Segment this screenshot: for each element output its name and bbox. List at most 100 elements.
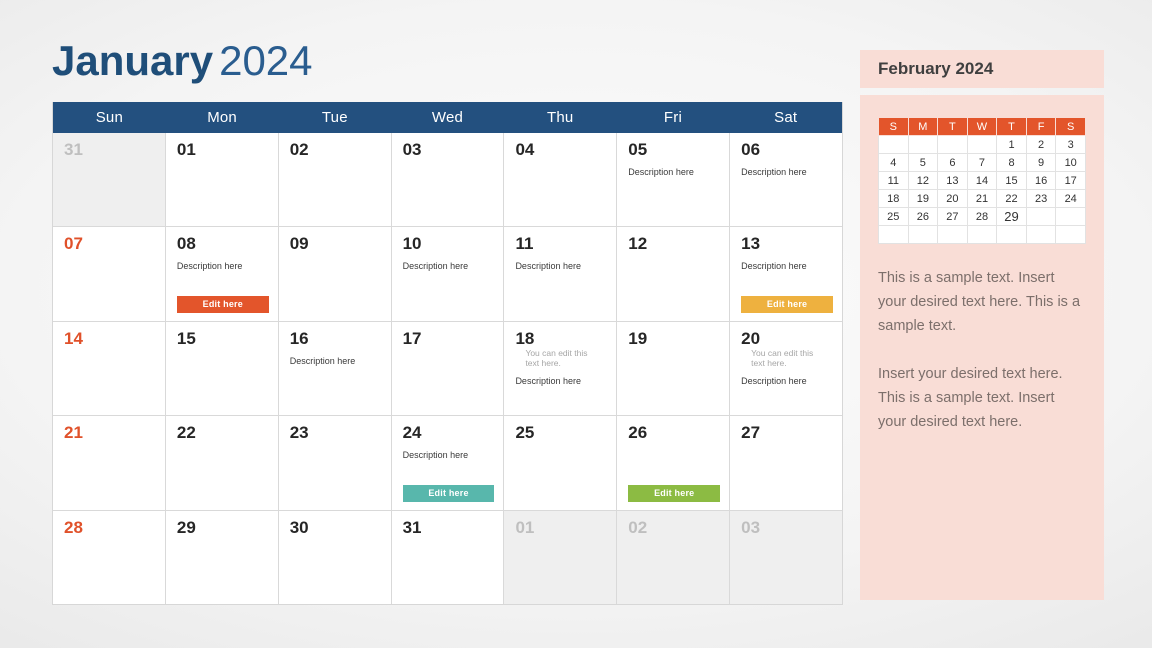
mini-calendar-day[interactable] — [907, 225, 939, 244]
calendar-day-cell[interactable]: 08 Description here Edit here — [164, 227, 278, 321]
edit-here-button[interactable]: Edit here — [402, 484, 495, 502]
calendar-day-cell[interactable]: 09 — [277, 227, 391, 321]
calendar-day-cell[interactable]: 13 Description here Edit here — [729, 227, 843, 321]
calendar-day-cell[interactable]: 12 — [616, 227, 730, 321]
mini-calendar-day[interactable]: 7 — [966, 153, 998, 172]
mini-calendar-day[interactable]: 23 — [1025, 189, 1057, 208]
calendar-day-cell[interactable]: 23 — [277, 416, 391, 510]
calendar-day-cell[interactable]: 03 — [729, 510, 843, 605]
mini-calendar-day[interactable]: 28 — [966, 207, 998, 226]
mini-calendar-day[interactable]: 16 — [1025, 171, 1057, 190]
calendar-day-cell[interactable]: 26 Edit here — [616, 416, 730, 510]
calendar-day-cell[interactable]: 22 — [164, 416, 278, 510]
calendar-day-cell[interactable]: 03 — [390, 133, 504, 227]
mini-calendar-day-header: T — [937, 117, 968, 136]
edit-here-button[interactable]: Edit here — [176, 295, 269, 313]
calendar-day-cell[interactable]: 02 — [277, 133, 391, 227]
calendar-day-cell[interactable]: 30 — [277, 510, 391, 605]
day-number: 03 — [402, 140, 422, 159]
calendar-day-cell[interactable]: 27 — [729, 416, 843, 510]
mini-calendar-day[interactable] — [1025, 207, 1057, 226]
mini-calendar-day[interactable] — [1055, 225, 1086, 244]
mini-calendar-day[interactable] — [996, 225, 1027, 244]
calendar-day-cell[interactable]: 15 — [164, 321, 278, 416]
calendar-day-cell[interactable]: 01 — [503, 510, 617, 605]
mini-calendar-day[interactable] — [966, 225, 998, 244]
mini-calendar-day[interactable] — [937, 135, 968, 154]
mini-calendar-day[interactable]: 25 — [878, 207, 909, 226]
mini-calendar-day[interactable]: 17 — [1055, 171, 1086, 190]
mini-calendar-day[interactable]: 10 — [1055, 153, 1086, 172]
calendar-day-cell[interactable]: 11 Description here — [503, 227, 617, 321]
mini-calendar-day[interactable] — [1055, 207, 1086, 226]
mini-calendar-day[interactable]: 27 — [937, 207, 968, 226]
calendar-day-cell[interactable]: 20You can edit this text here. Descriptio… — [729, 321, 843, 416]
mini-calendar-day[interactable]: 3 — [1055, 135, 1086, 154]
day-number: 17 — [402, 328, 422, 348]
calendar-day-cell[interactable]: 01 — [164, 133, 278, 227]
mini-calendar-day[interactable]: 29 — [996, 207, 1027, 226]
calendar-day-cell[interactable]: 29 — [164, 510, 278, 605]
day-description: Description here — [515, 261, 581, 272]
mini-calendar-day[interactable]: 9 — [1025, 153, 1057, 172]
day-number: 04 — [515, 140, 535, 159]
calendar-day-cell[interactable]: 31 — [53, 133, 165, 227]
day-number: 05 — [628, 140, 648, 159]
calendar-day-cell[interactable]: 21 — [53, 416, 165, 510]
day-number: 16 — [289, 328, 309, 348]
calendar-day-cell[interactable]: 06 Description here — [729, 133, 843, 227]
mini-calendar-day[interactable]: 21 — [966, 189, 998, 208]
mini-calendar-day[interactable]: 1 — [996, 135, 1027, 154]
mini-calendar-day[interactable] — [1025, 225, 1057, 244]
calendar-day-cell[interactable]: 10 Description here — [390, 227, 504, 321]
calendar-day-cell[interactable]: 25 — [503, 416, 617, 510]
day-number: 01 — [515, 517, 535, 537]
mini-calendar-day[interactable]: 6 — [937, 153, 968, 172]
calendar-day-header: Thu — [547, 109, 574, 126]
calendar-day-cell[interactable]: 17 — [390, 321, 504, 416]
calendar-day-cell[interactable]: 19 — [616, 321, 730, 416]
mini-calendar-day[interactable]: 2 — [1025, 135, 1057, 154]
mini-calendar-day[interactable] — [878, 135, 909, 154]
calendar-day-cell[interactable]: 02 — [616, 510, 730, 605]
mini-calendar-day[interactable]: 11 — [878, 171, 909, 190]
calendar-day-header: Mon — [207, 109, 237, 126]
mini-calendar-day[interactable] — [878, 225, 909, 244]
day-note: You can edit this text here. — [525, 347, 588, 368]
day-number: 10 — [402, 234, 422, 254]
mini-calendar-day[interactable]: 5 — [907, 153, 939, 172]
day-description: Description here — [741, 167, 807, 177]
mini-calendar-day[interactable]: 20 — [937, 189, 968, 208]
mini-calendar-day[interactable] — [907, 135, 939, 154]
calendar-day-cell[interactable]: 05 Description here — [616, 133, 730, 227]
day-note: You can edit this text here. — [751, 347, 814, 368]
calendar-day-cell[interactable]: 14 — [53, 321, 165, 416]
mini-calendar-day[interactable] — [966, 135, 998, 154]
mini-calendar-day[interactable]: 4 — [878, 153, 909, 172]
calendar-week-row: 31 01 02 03 04 05 Description here 06 Descriptio… — [53, 133, 843, 227]
mini-calendar-day-header: S — [878, 117, 909, 136]
mini-calendar-day[interactable]: 15 — [996, 171, 1027, 190]
calendar-day-cell[interactable]: 04 — [503, 133, 617, 227]
mini-calendar-day[interactable]: 8 — [996, 153, 1027, 172]
mini-calendar-day[interactable] — [937, 225, 968, 244]
calendar-day-cell[interactable]: 28 — [53, 510, 165, 605]
calendar-day-cell[interactable]: 16 Description here — [277, 321, 391, 416]
mini-calendar-day[interactable]: 22 — [996, 189, 1027, 208]
mini-calendar-day[interactable]: 14 — [966, 171, 998, 190]
mini-calendar-day[interactable]: 19 — [907, 189, 939, 208]
mini-calendar-day[interactable]: 12 — [907, 171, 939, 190]
mini-calendar-day[interactable]: 18 — [878, 189, 909, 208]
day-number: 30 — [289, 517, 309, 537]
side-text-block: This is a sample text. Insert your desir… — [878, 266, 1084, 434]
mini-calendar-day[interactable]: 24 — [1055, 189, 1086, 208]
mini-calendar-day[interactable]: 13 — [937, 171, 968, 190]
calendar-day-cell[interactable]: 07 — [53, 227, 165, 321]
mini-calendar-day[interactable]: 26 — [907, 207, 939, 226]
calendar-day-cell[interactable]: 31 — [390, 510, 504, 605]
calendar-day-cell[interactable]: 24 Description here Edit here — [390, 416, 504, 510]
edit-here-button[interactable]: Edit here — [741, 295, 834, 313]
mini-calendar-row — [878, 225, 1086, 244]
edit-here-button[interactable]: Edit here — [628, 484, 721, 502]
calendar-day-cell[interactable]: 18You can edit this text here. Descriptio… — [503, 321, 617, 416]
